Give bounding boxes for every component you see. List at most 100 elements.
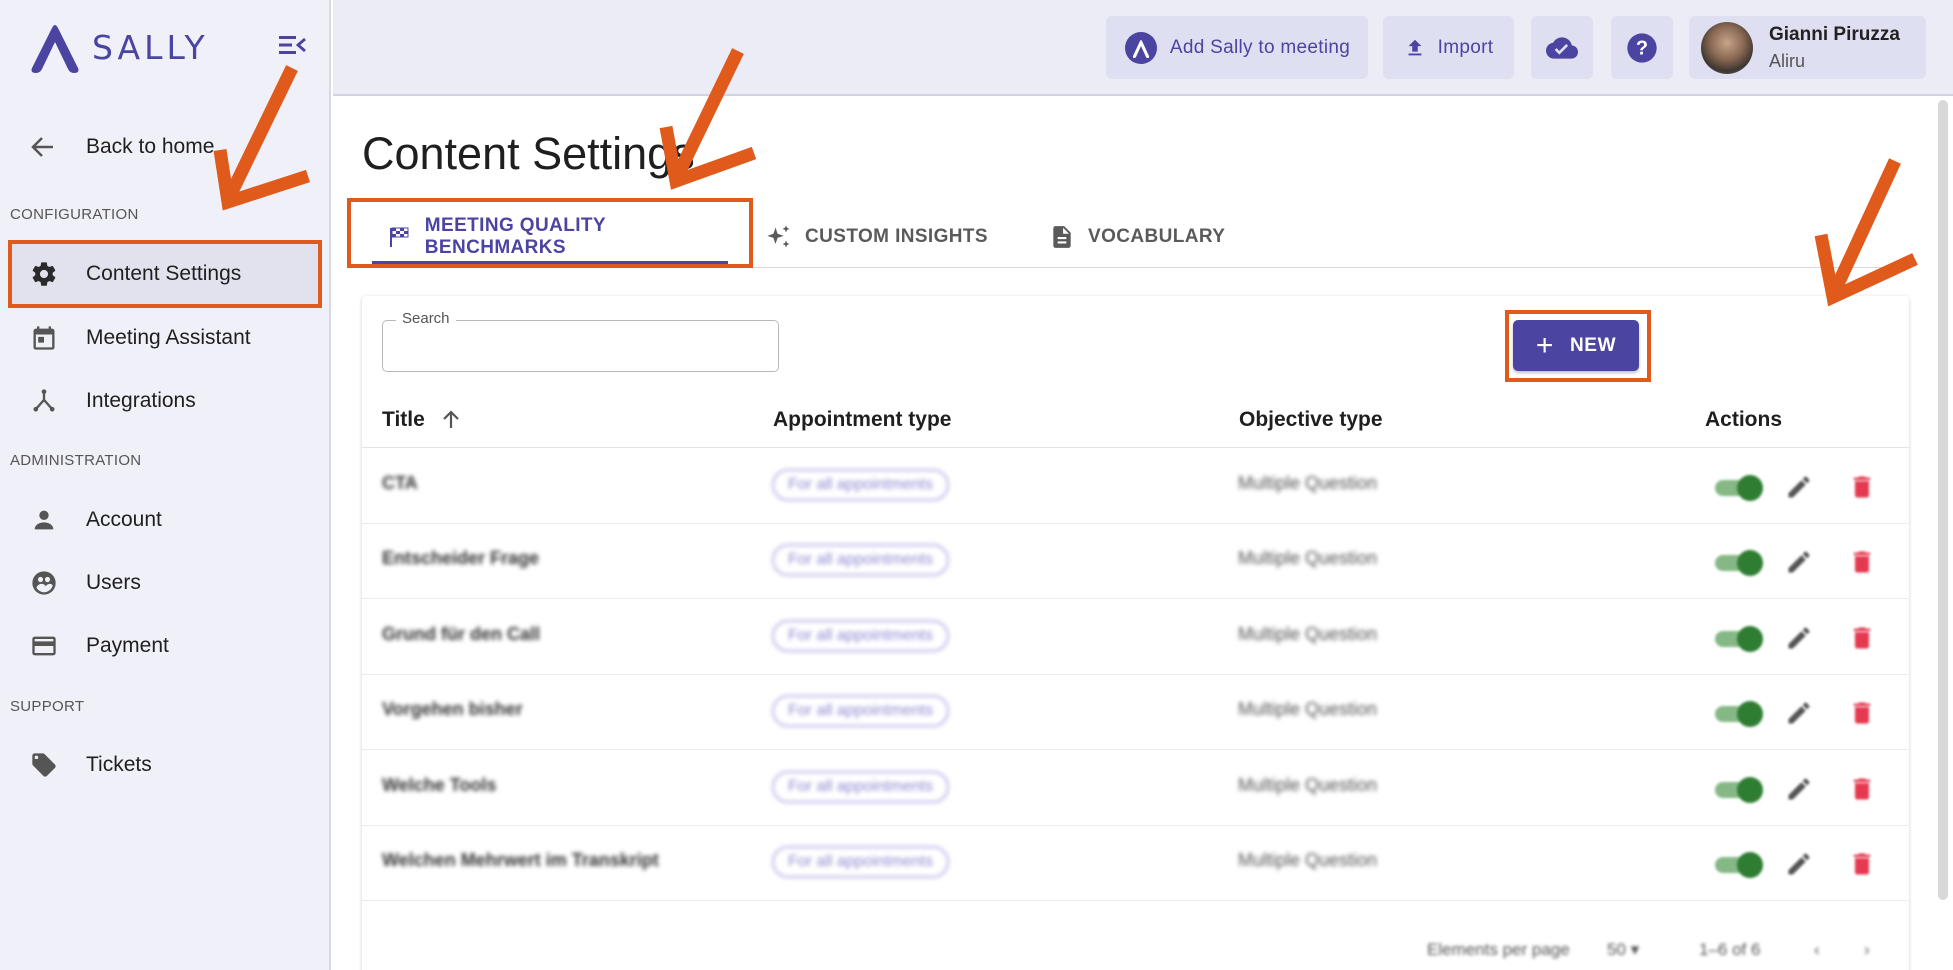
gear-icon [29, 259, 59, 289]
row-title: Entscheider Frage [382, 548, 540, 569]
enable-toggle[interactable] [1711, 474, 1763, 501]
section-support: SUPPORT [10, 698, 85, 715]
enable-toggle[interactable] [1711, 700, 1763, 728]
new-button[interactable]: + NEW [1513, 320, 1639, 371]
row-title: CTA [382, 473, 418, 493]
sidebar-item-payment[interactable]: Payment [10, 614, 320, 678]
column-title-header[interactable]: Title [382, 408, 463, 432]
column-title-label: Title [382, 408, 425, 431]
cloud-sync-button[interactable] [1531, 16, 1593, 79]
enable-toggle[interactable] [1711, 851, 1763, 878]
import-button[interactable]: Import [1383, 16, 1514, 79]
user-name: Gianni Piruzza [1769, 23, 1900, 45]
sidebar-item-content-settings[interactable]: Content Settings [8, 240, 322, 308]
sally-logo-icon [31, 25, 79, 73]
sidebar-item-label: Account [86, 508, 162, 531]
checkered-flag-icon [386, 223, 413, 251]
search-input[interactable]: Search [382, 310, 779, 372]
sidebar-item-label: Meeting Assistant [86, 326, 251, 349]
tab-meeting-quality-benchmarks[interactable]: MEETING QUALITY BENCHMARKS [362, 206, 738, 268]
appointment-chip: For all appointments [772, 846, 949, 878]
row-title: Welche Tools [382, 774, 497, 795]
appointment-chip: For all appointments [772, 469, 949, 501]
benchmarks-table-card: Search + NEW Title Appointment type Obje… [362, 296, 1909, 970]
edit-icon[interactable] [1785, 624, 1813, 652]
sidebar-item-label: Users [86, 571, 141, 594]
user-profile[interactable]: Gianni Piruzza Aliru [1689, 16, 1926, 79]
integrations-icon [29, 386, 59, 416]
pagination: Elements per page 50 ▾ 1–6 of 6 ‹ › [362, 932, 1909, 970]
row-title: Grund für den Call [382, 623, 541, 644]
sidebar-item-label: Tickets [86, 753, 152, 776]
table-row[interactable]: Entscheider Frage For all appointments M… [362, 524, 1909, 600]
sidebar-item-integrations[interactable]: Integrations [10, 369, 320, 433]
help-button[interactable]: ? [1611, 16, 1673, 79]
tab-bar: MEETING QUALITY BENCHMARKS CUSTOM INSIGH… [347, 198, 1909, 268]
per-page-label: Elements per page [1427, 940, 1570, 959]
enable-toggle[interactable] [1711, 549, 1763, 577]
edit-icon[interactable] [1785, 548, 1813, 576]
sidebar-item-tickets[interactable]: Tickets [10, 733, 320, 797]
delete-icon[interactable] [1848, 473, 1876, 501]
table-row[interactable]: Welchen Mehrwert im Transkript For all a… [362, 826, 1909, 901]
enable-toggle[interactable] [1711, 776, 1763, 803]
delete-icon[interactable] [1848, 548, 1876, 576]
delete-icon[interactable] [1848, 775, 1876, 803]
delete-icon[interactable] [1848, 699, 1876, 727]
cloud-check-icon [1546, 36, 1578, 59]
column-actions-header: Actions [1705, 408, 1783, 431]
section-configuration: CONFIGURATION [10, 206, 139, 223]
per-page-value: 50 [1607, 940, 1626, 959]
back-to-home-link[interactable]: Back to home [28, 132, 214, 162]
scrollbar[interactable] [1938, 100, 1948, 900]
logo[interactable]: SALLY [26, 20, 209, 75]
next-page-icon[interactable]: › [1864, 940, 1870, 960]
logo-text: SALLY [92, 28, 209, 67]
edit-icon[interactable] [1785, 699, 1813, 727]
prev-page-icon[interactable]: ‹ [1814, 940, 1820, 960]
row-objective: Multiple Question [1238, 699, 1378, 720]
help-icon: ? [1627, 32, 1657, 63]
new-button-label: NEW [1569, 334, 1617, 356]
sidebar-item-account[interactable]: Account [10, 488, 320, 552]
back-to-home-label: Back to home [86, 135, 215, 158]
edit-icon[interactable] [1785, 473, 1813, 501]
table-row[interactable]: Grund für den Call For all appointments … [362, 600, 1909, 675]
row-objective: Multiple Question [1238, 850, 1378, 870]
import-label: Import [1437, 36, 1494, 58]
edit-icon[interactable] [1785, 850, 1813, 878]
appointment-chip: For all appointments [772, 770, 949, 803]
per-page-select[interactable]: 50 ▾ [1607, 940, 1639, 960]
collapse-menu-icon[interactable] [278, 34, 306, 56]
enable-toggle[interactable] [1711, 625, 1763, 652]
main-content: Content Settings MEETING QUALITY BENCHMA… [333, 98, 1953, 970]
calendar-icon [29, 323, 59, 353]
tag-icon [29, 750, 59, 780]
tab-custom-insights[interactable]: CUSTOM INSIGHTS [765, 206, 988, 268]
sally-logo-icon [1124, 31, 1157, 64]
row-objective: Multiple Question [1238, 774, 1378, 795]
sidebar-item-users[interactable]: Users [10, 551, 320, 615]
appointment-chip: For all appointments [772, 544, 949, 577]
sort-ascending-icon[interactable] [439, 408, 463, 432]
arrow-left-icon [31, 137, 53, 157]
add-sally-to-meeting-button[interactable]: Add Sally to meeting [1106, 16, 1368, 79]
sidebar-item-label: Payment [86, 634, 169, 657]
row-objective: Multiple Question [1238, 623, 1378, 644]
delete-icon[interactable] [1848, 850, 1876, 878]
add-sally-label: Add Sally to meeting [1169, 36, 1351, 58]
table-row[interactable]: Vorgehen bisher For all appointments Mul… [362, 675, 1909, 751]
tab-vocabulary[interactable]: VOCABULARY [1048, 206, 1225, 268]
column-objective-header: Objective type [1239, 408, 1383, 431]
sidebar-item-meeting-assistant[interactable]: Meeting Assistant [10, 306, 320, 370]
upload-icon [1408, 39, 1422, 55]
row-objective: Multiple Question [1238, 473, 1378, 493]
users-icon [29, 568, 59, 598]
appointment-chip: For all appointments [772, 619, 949, 652]
edit-icon[interactable] [1785, 775, 1813, 803]
sidebar-item-label: Content Settings [86, 262, 242, 285]
table-row[interactable]: Welche Tools For all appointments Multip… [362, 751, 1909, 826]
table-row[interactable]: CTA For all appointments Multiple Questi… [362, 449, 1909, 524]
sidebar-item-label: Integrations [86, 389, 196, 412]
delete-icon[interactable] [1848, 624, 1876, 652]
